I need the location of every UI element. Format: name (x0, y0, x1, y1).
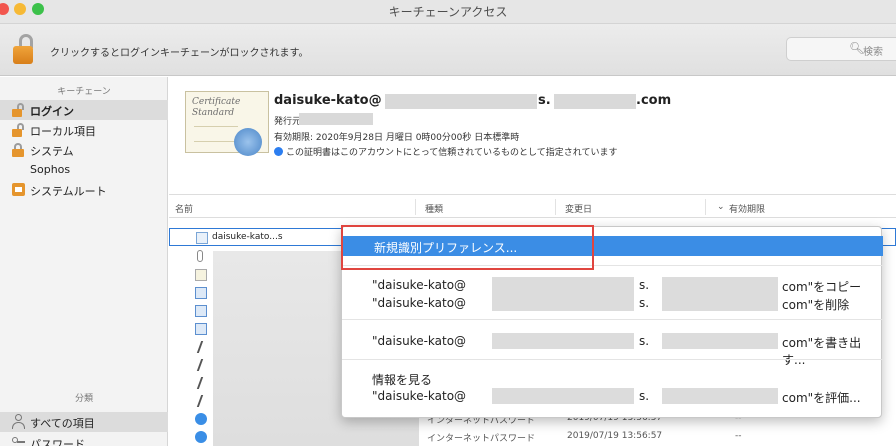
detail-pane: Certificate Standard daisuke-kato@ s. .c… (169, 77, 896, 195)
sidebar-item-system-roots[interactable]: システムルート (0, 180, 168, 200)
sidebar-item-label: Sophos (30, 163, 71, 176)
sidebar-item-local[interactable]: ローカル項目 (0, 120, 168, 140)
signature-icon (196, 377, 214, 389)
signature-icon (196, 359, 214, 371)
lock-message: クリックするとログインキーチェーンがロックされます。 (50, 48, 309, 59)
category-item-all[interactable]: すべての項目 (0, 412, 168, 432)
title-bar: キーチェーンアクセス (0, 0, 896, 24)
redacted-block (492, 333, 634, 349)
lock-open-icon (12, 123, 25, 137)
cabinet-icon (12, 183, 25, 196)
sidebar-item-login[interactable]: ログイン (0, 100, 168, 120)
signature-icon (196, 395, 214, 407)
sidebar-item-label: システム (30, 145, 74, 158)
category-item-passwords[interactable]: パスワード (0, 433, 168, 446)
window-title: キーチェーンアクセス (388, 5, 508, 19)
redacted-block (662, 333, 778, 349)
person-icon (12, 414, 25, 429)
column-header-modified[interactable]: 変更日 (565, 202, 592, 215)
certificate-name-mid: s. (538, 93, 551, 108)
certificate-graphic-text: Certificate Standard (192, 97, 241, 118)
redacted-block (492, 388, 634, 404)
table-header: 名前 種類 変更日 ⌄ 有効期限 (169, 196, 896, 218)
annotation-highlight (341, 225, 594, 270)
redacted-block (662, 277, 778, 311)
internet-password-icon (195, 431, 207, 443)
column-header-name[interactable]: 名前 (175, 202, 193, 215)
sidebar-item-label: ログイン (30, 105, 74, 118)
lock-closed-icon (12, 143, 25, 157)
internet-password-icon (195, 413, 207, 425)
redacted-block (492, 277, 634, 311)
signature-icon (196, 341, 214, 353)
search-placeholder: 検索 (863, 47, 883, 58)
certificate-icon (195, 323, 207, 335)
keychains-header: キーチェーン (57, 87, 111, 97)
search-icon: 🔍︎ (849, 41, 865, 55)
row-modified: 2019/07/19 13:56:57 (567, 431, 663, 441)
menu-item-get-info[interactable]: 情報を見る (342, 368, 883, 388)
toolbar: クリックするとログインキーチェーンがロックされます。 🔍︎ 検索 (0, 24, 896, 76)
row-name: daisuke-kato...s (212, 232, 283, 242)
trust-status: この証明書はこのアカウントにとって信頼されているものとして指定されています (274, 145, 617, 158)
certificate-name-suffix: .com (636, 93, 672, 108)
keychain-lock-button[interactable] (10, 34, 38, 68)
key-icon (12, 437, 25, 446)
trust-icon (274, 147, 283, 156)
search-field[interactable]: 🔍︎ 検索 (786, 37, 896, 61)
row-expires: -- (735, 431, 742, 441)
row-kind: インターネットパスワード (427, 434, 536, 444)
secure-note-icon (195, 269, 207, 281)
category-item-label: すべての項目 (30, 417, 95, 430)
certificate-icon (196, 232, 208, 244)
seal-icon (234, 128, 262, 156)
redacted-block (554, 94, 636, 109)
redacted-block (299, 113, 373, 125)
sidebar-item-label: ローカル項目 (30, 125, 96, 138)
certificate-name: daisuke-kato@ (274, 93, 382, 108)
column-header-kind[interactable]: 種類 (425, 202, 443, 215)
sidebar-item-label: システムルート (30, 185, 107, 198)
key-icon (197, 250, 203, 262)
redacted-block (385, 94, 537, 109)
column-header-expires[interactable]: 有効期限 (729, 202, 765, 215)
expiry-text: 有効期限: 2020年9月28日 月曜日 0時00分00秒 日本標準時 (274, 133, 520, 143)
sidebar-item-sophos[interactable]: Sophos (0, 160, 168, 180)
certificate-icon (195, 305, 207, 317)
category-item-label: パスワード (30, 438, 85, 446)
redacted-block (662, 388, 778, 404)
certificate-icon (195, 287, 207, 299)
category-header: 分類 (74, 394, 93, 404)
sort-chevron-icon: ⌄ (717, 202, 725, 212)
sidebar: キーチェーン ログイン ローカル項目 システム Sophos システムルート 分… (0, 77, 168, 446)
sidebar-item-system[interactable]: システム (0, 140, 168, 160)
certificate-icon: Certificate Standard (185, 91, 269, 156)
lock-open-icon (12, 103, 25, 117)
